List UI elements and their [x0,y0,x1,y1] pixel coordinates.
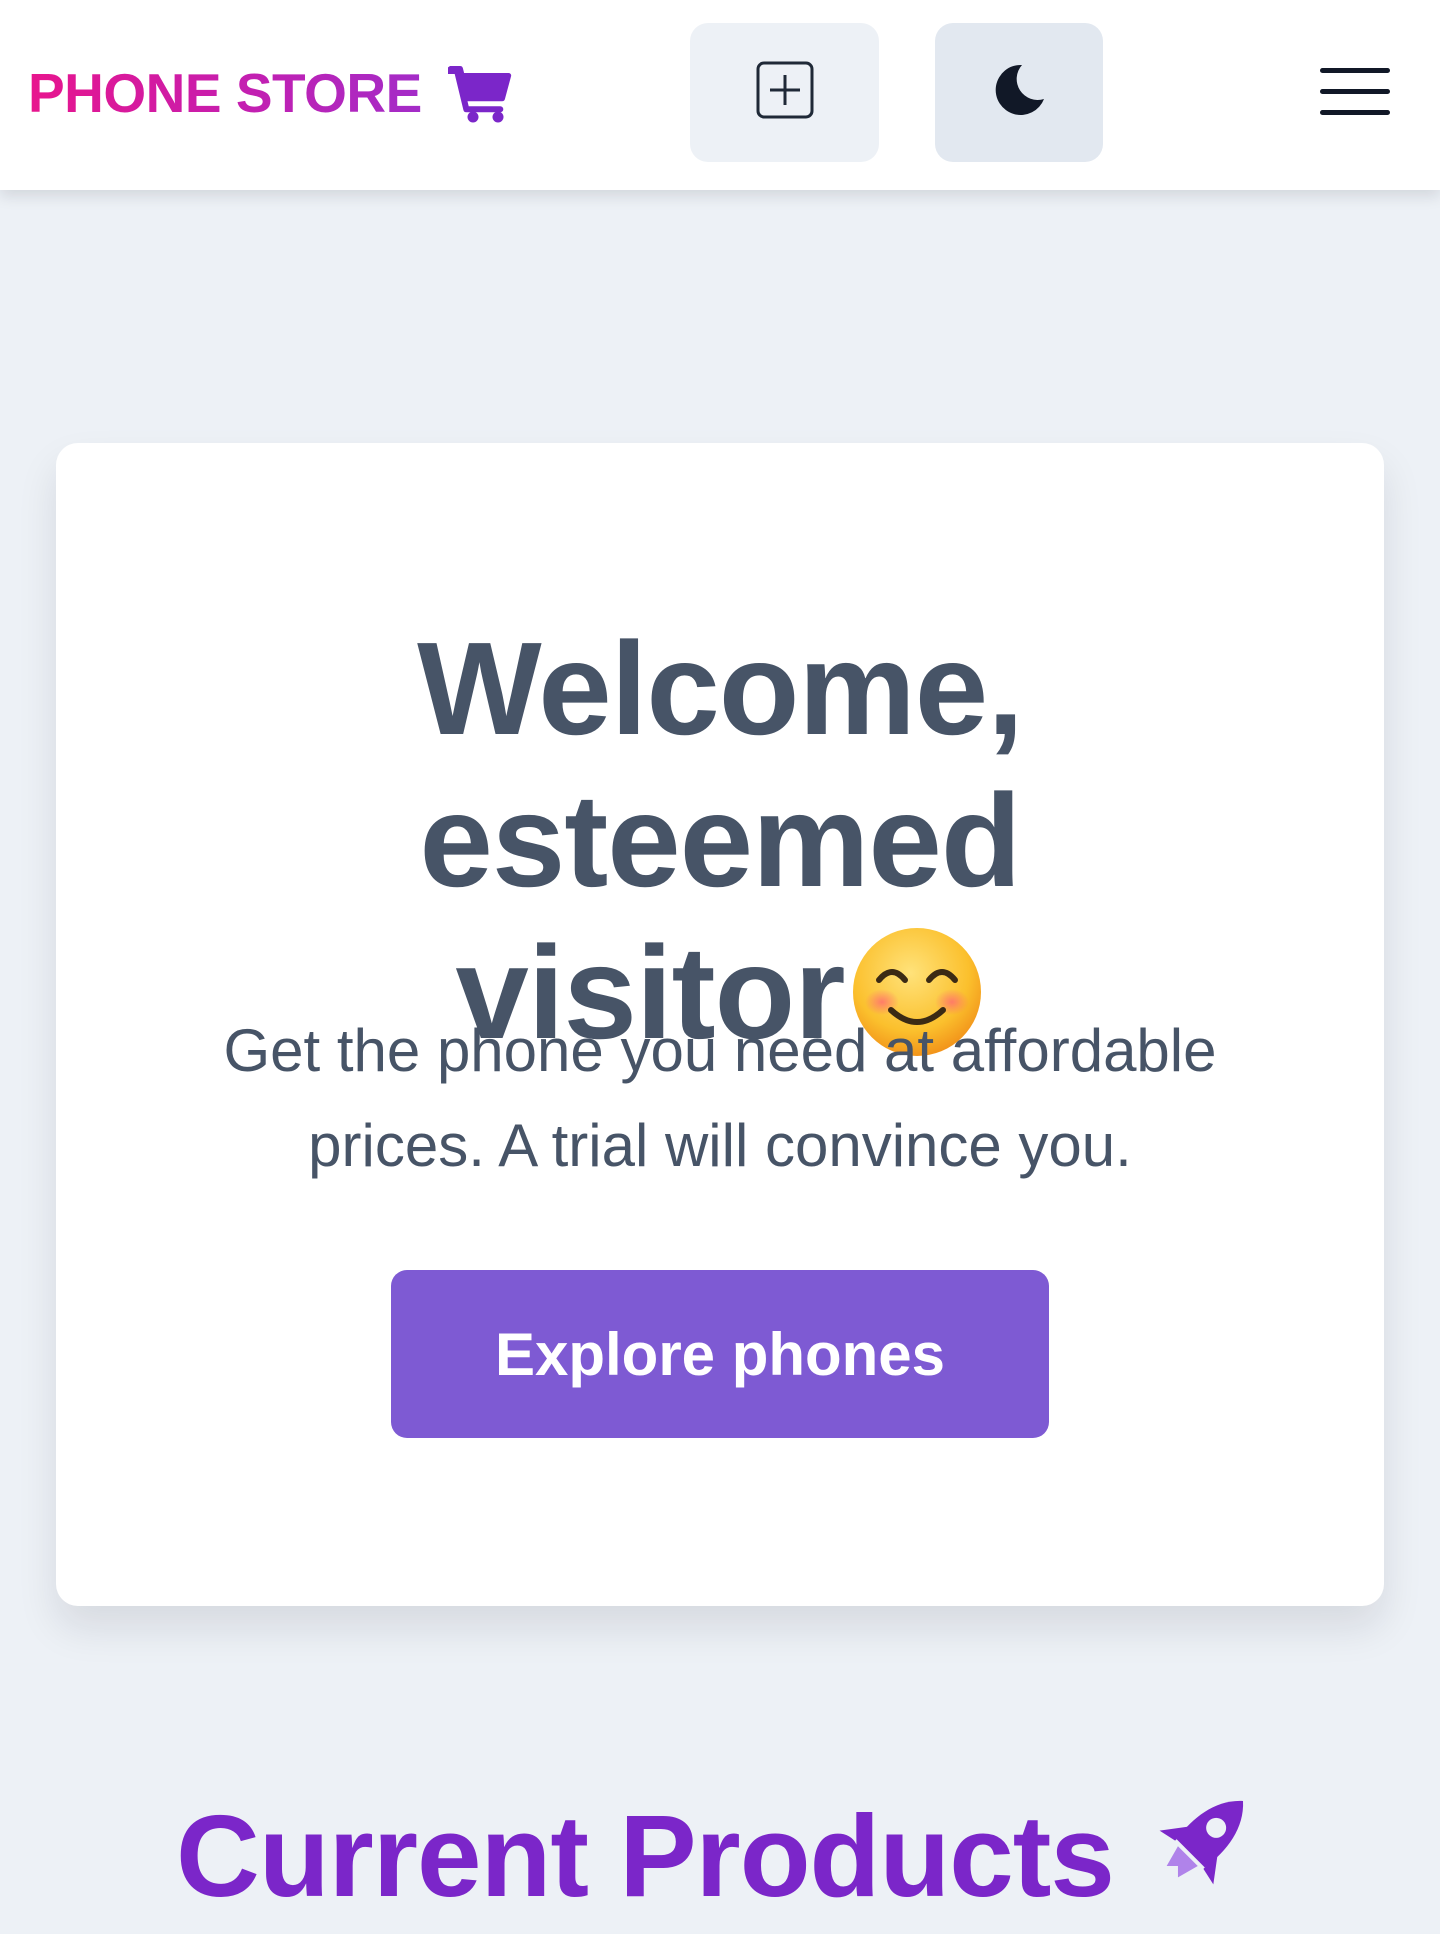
hamburger-menu-icon[interactable] [1318,62,1392,122]
hero-title: Welcome, esteemed visitor [116,613,1324,1069]
hero-subtitle: Get the phone you need at affordable pri… [223,1017,1217,1179]
hero-title-line-1: Welcome, esteemed [417,615,1024,914]
brand-name: PHONE STORE [28,58,422,128]
current-products-heading-text: Current Products [176,1791,1115,1921]
add-button[interactable] [690,23,879,162]
current-products-heading: Current Products [0,1780,1440,1926]
explore-phones-button[interactable]: Explore phones [391,1270,1049,1438]
brand-logo-link[interactable]: PHONE STORE [28,58,512,128]
navbar: PHONE STORE [0,0,1440,190]
moon-icon [992,63,1046,122]
theme-toggle-button[interactable] [935,23,1103,162]
plus-square-icon [755,60,815,125]
rocket-icon [1140,1780,1264,1904]
hero-card: Welcome, esteemed visitor Get the phone … [56,443,1384,1606]
shopping-cart-icon [443,62,512,124]
